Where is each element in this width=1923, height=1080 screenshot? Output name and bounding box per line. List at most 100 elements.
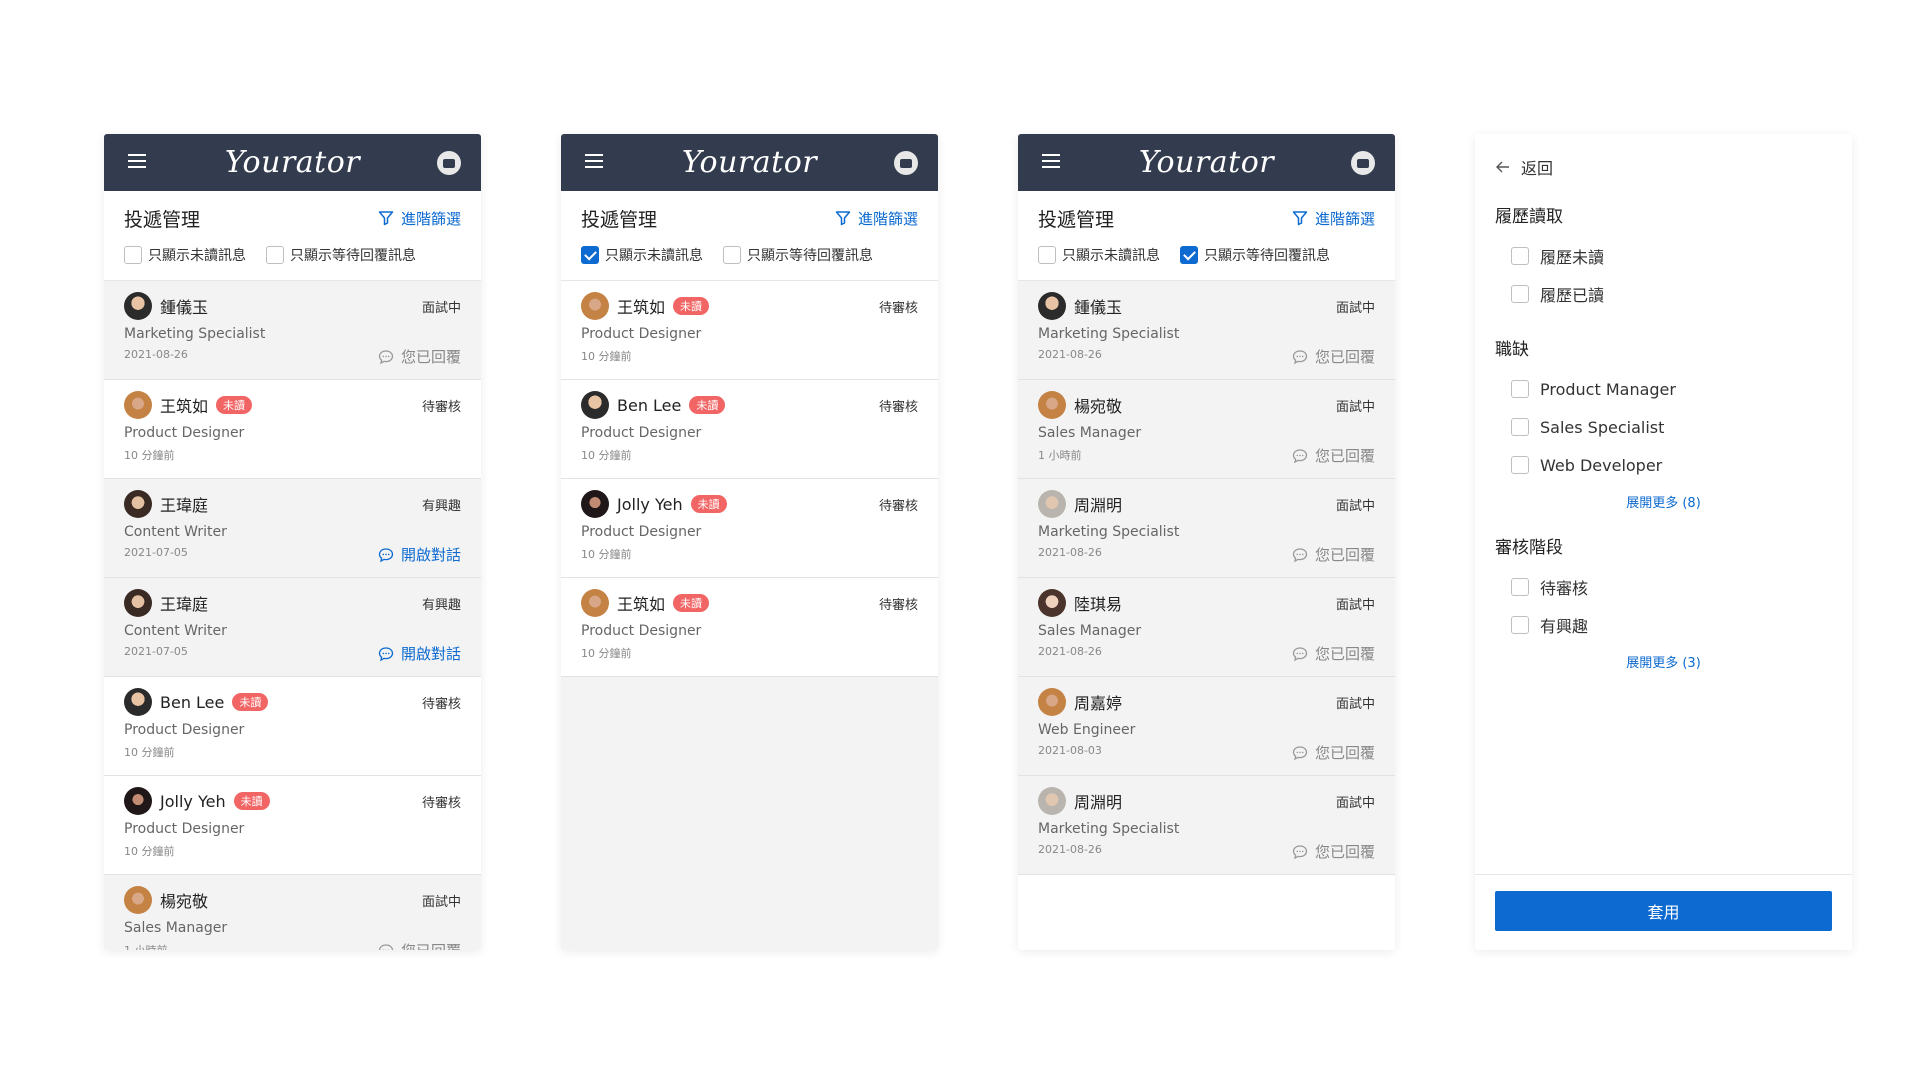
only-waiting-reply-checkbox[interactable]: 只顯示等待回覆訊息 <box>1180 245 1330 265</box>
application-card[interactable]: 周淵明 面試中 Marketing Specialist 2021-08-26 您已回覆 <box>1018 776 1395 875</box>
unread-badge: 未讀 <box>673 594 710 612</box>
application-card[interactable]: Jolly Yeh 未讀 待審核 Product Designer 10 分鐘前 <box>104 776 481 875</box>
menu-icon[interactable] <box>585 154 603 170</box>
job-title: Product Designer <box>581 623 702 639</box>
back-button[interactable]: 返回 <box>1495 154 1832 180</box>
action-label: 您已回覆 <box>1314 546 1375 564</box>
only-waiting-reply-checkbox[interactable]: 只顯示等待回覆訊息 <box>723 245 873 265</box>
filter-option-label: 有興趣 <box>1540 617 1589 636</box>
checkbox-box[interactable] <box>723 246 741 264</box>
application-card[interactable]: 陸琪易 面試中 Sales Manager 2021-08-26 您已回覆 <box>1018 578 1395 677</box>
applicant-name: 王筑如 <box>617 298 666 317</box>
checkbox-box[interactable] <box>1511 418 1529 436</box>
filter-option[interactable]: Product Manager <box>1495 370 1832 408</box>
action-label: 您已回覆 <box>1314 645 1375 663</box>
advanced-filter-label: 進階篩選 <box>857 209 918 228</box>
open-conversation-button[interactable]: 開啟對話 <box>378 643 461 664</box>
avatar <box>124 886 152 914</box>
open-conversation-button[interactable]: 開啟對話 <box>378 544 461 565</box>
avatar <box>581 490 609 518</box>
checkbox-box[interactable] <box>1511 247 1529 265</box>
application-card[interactable]: 王瑋庭 有興趣 Content Writer 2021-07-05 開啟對話 <box>104 578 481 677</box>
replied-indicator: 您已回覆 <box>378 346 461 367</box>
application-card[interactable]: 王瑋庭 有興趣 Content Writer 2021-07-05 開啟對話 <box>104 479 481 578</box>
logo[interactable]: Yourator <box>682 145 817 180</box>
avatar <box>1038 787 1066 815</box>
filter-section: 履歷讀取 履歷未讀 履歷已讀 <box>1495 202 1832 313</box>
action-label: 開啟對話 <box>400 645 461 663</box>
unread-badge: 未讀 <box>689 396 726 414</box>
company-avatar-icon[interactable] <box>894 151 918 175</box>
advanced-filter-button[interactable]: 進階篩選 <box>835 208 918 229</box>
application-card[interactable]: 楊宛敬面試中Sales Manager1 小時前您已回覆 <box>104 875 481 950</box>
filter-option[interactable]: 待審核 <box>1495 568 1832 606</box>
only-waiting-reply-checkbox[interactable]: 只顯示等待回覆訊息 <box>266 245 416 265</box>
applicant-name: 王瑋庭 <box>160 595 209 614</box>
application-card[interactable]: Ben Lee 未讀 待審核 Product Designer 10 分鐘前 <box>104 677 481 776</box>
apply-button[interactable]: 套用 <box>1495 891 1832 931</box>
checkbox-box[interactable] <box>1511 380 1529 398</box>
avatar <box>124 688 152 716</box>
application-card[interactable]: 周淵明 面試中 Marketing Specialist 2021-08-26 您已回覆 <box>1018 479 1395 578</box>
applicant-name: 鍾儀玉 <box>160 298 209 317</box>
checkbox-label: 只顯示未讀訊息 <box>605 248 703 264</box>
checkbox-box[interactable] <box>266 246 284 264</box>
logo[interactable]: Yourator <box>225 145 360 180</box>
application-card[interactable]: 王筑如 未讀 待審核 Product Designer 10 分鐘前 <box>104 380 481 479</box>
filter-option-label: 待審核 <box>1540 579 1589 598</box>
action-label: 您已回覆 <box>1314 447 1375 465</box>
filter-option[interactable]: Web Developer <box>1495 446 1832 484</box>
application-card[interactable]: 王筑如 未讀 待審核 Product Designer 10 分鐘前 <box>561 578 938 677</box>
unread-badge: 未讀 <box>673 297 710 315</box>
job-title: Marketing Specialist <box>1038 326 1180 342</box>
screen-unread-filter: Yourator 投遞管理 進階篩選 只顯示未讀訊息 只顯示等待回覆訊息 王筑如… <box>561 134 938 950</box>
application-card[interactable]: 鍾儀玉 面試中 Marketing Specialist 2021-08-26 您已回覆 <box>104 281 481 380</box>
application-card[interactable]: 周嘉婷 面試中 Web Engineer 2021-08-03 您已回覆 <box>1018 677 1395 776</box>
replied-indicator: 您已回覆 <box>1292 346 1375 367</box>
application-card[interactable]: 鍾儀玉 面試中 Marketing Specialist 2021-08-26 您已回覆 <box>1018 281 1395 380</box>
menu-icon[interactable] <box>128 154 146 170</box>
filter-option[interactable]: 履歷未讀 <box>1495 237 1832 275</box>
company-avatar-icon[interactable] <box>1351 151 1375 175</box>
checkbox-box[interactable] <box>1511 285 1529 303</box>
back-label: 返回 <box>1521 159 1554 178</box>
checkbox-box[interactable] <box>1511 616 1529 634</box>
avatar <box>581 391 609 419</box>
company-avatar-icon[interactable] <box>437 151 461 175</box>
checkbox-label: 只顯示等待回覆訊息 <box>747 248 873 264</box>
checkbox-box[interactable] <box>581 246 599 264</box>
filter-option[interactable]: Sales Specialist <box>1495 408 1832 446</box>
filter-section: 審核階段 待審核 有興趣 展開更多 (3) <box>1495 533 1832 671</box>
job-title: Product Designer <box>124 425 245 441</box>
checkbox-box[interactable] <box>124 246 142 264</box>
job-title: Product Designer <box>581 524 702 540</box>
applied-date: 10 分鐘前 <box>581 548 632 561</box>
only-unread-checkbox[interactable]: 只顯示未讀訊息 <box>1038 245 1160 265</box>
job-title: Web Engineer <box>1038 722 1136 738</box>
filter-option[interactable]: 有興趣 <box>1495 606 1832 644</box>
only-unread-checkbox[interactable]: 只顯示未讀訊息 <box>124 245 246 265</box>
menu-icon[interactable] <box>1042 154 1060 170</box>
screen-waiting-reply-filter: Yourator 投遞管理 進階篩選 只顯示未讀訊息 只顯示等待回覆訊息 鍾儀玉… <box>1018 134 1395 950</box>
application-card[interactable]: 楊宛敬面試中Sales Manager1 小時前您已回覆 <box>1018 380 1395 479</box>
top-bar: Yourator <box>1018 134 1395 191</box>
logo[interactable]: Yourator <box>1139 145 1274 180</box>
avatar <box>1038 490 1066 518</box>
application-card[interactable]: Jolly Yeh 未讀 待審核 Product Designer 10 分鐘前 <box>561 479 938 578</box>
only-unread-checkbox[interactable]: 只顯示未讀訊息 <box>581 245 703 265</box>
advanced-filter-button[interactable]: 進階篩選 <box>378 208 461 229</box>
checkbox-box[interactable] <box>1511 578 1529 596</box>
action-label: 您已回覆 <box>401 940 461 950</box>
application-card[interactable]: Ben Lee 未讀 待審核 Product Designer 10 分鐘前 <box>561 380 938 479</box>
application-card[interactable]: 王筑如 未讀 待審核 Product Designer 10 分鐘前 <box>561 281 938 380</box>
action-label: 開啟對話 <box>400 546 461 564</box>
checkbox-box[interactable] <box>1180 246 1198 264</box>
advanced-filter-button[interactable]: 進階篩選 <box>1292 208 1375 229</box>
expand-more-link[interactable]: 展開更多 (3) <box>1495 652 1832 671</box>
checkbox-box[interactable] <box>1038 246 1056 264</box>
filter-option[interactable]: 履歷已讀 <box>1495 275 1832 313</box>
checkbox-box[interactable] <box>1511 456 1529 474</box>
application-list: 鍾儀玉 面試中 Marketing Specialist 2021-08-26 您已回覆… <box>1018 281 1395 875</box>
expand-more-link[interactable]: 展開更多 (8) <box>1495 492 1832 511</box>
applicant-name: 楊宛敬 <box>1074 397 1123 416</box>
